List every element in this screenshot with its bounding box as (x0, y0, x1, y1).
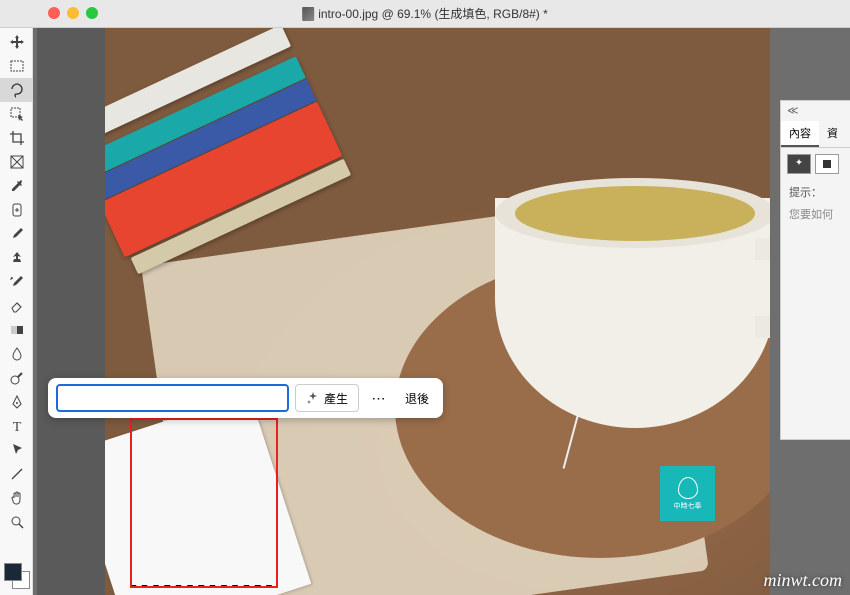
tab-info[interactable]: 資 (819, 121, 846, 147)
image-canvas[interactable]: 中時七奉 (105, 28, 770, 595)
color-swatch[interactable] (4, 563, 30, 589)
window-zoom-button[interactable] (86, 7, 98, 19)
lasso-tool[interactable] (0, 78, 33, 102)
window-minimize-button[interactable] (67, 7, 79, 19)
move-tool[interactable] (0, 30, 33, 54)
svg-text:T: T (12, 420, 21, 434)
clone-stamp-tool[interactable] (0, 246, 33, 270)
line-tool[interactable] (0, 462, 33, 486)
dodge-tool[interactable] (0, 366, 33, 390)
hint-text: 您要如何 (781, 204, 850, 224)
document-title: intro-00.jpg @ 69.1% (生成填色, RGB/8#) * (302, 5, 548, 22)
sparkle-icon (306, 391, 320, 405)
window-close-button[interactable] (48, 7, 60, 19)
document-icon (302, 7, 314, 21)
healing-brush-tool[interactable] (0, 198, 33, 222)
object-select-tool[interactable] (0, 102, 33, 126)
zoom-tool[interactable] (0, 510, 33, 534)
type-tool[interactable]: T (0, 414, 33, 438)
pen-tool[interactable] (0, 390, 33, 414)
blur-tool[interactable] (0, 342, 33, 366)
watermark: minwt.com (764, 570, 843, 591)
eyedropper-tool[interactable] (0, 174, 33, 198)
gradient-tool[interactable] (0, 318, 33, 342)
rect-marquee-tool[interactable] (0, 54, 33, 78)
eraser-tool[interactable] (0, 294, 33, 318)
brush-tool[interactable] (0, 222, 33, 246)
path-select-tool[interactable] (0, 438, 33, 462)
crop-tool[interactable] (0, 126, 33, 150)
titlebar: intro-00.jpg @ 69.1% (生成填色, RGB/8#) * (0, 0, 850, 28)
teabag-label: 中時七奉 (660, 466, 715, 521)
hint-label: 提示： (781, 180, 850, 204)
tools-panel: T (0, 28, 33, 595)
more-options-button[interactable]: ⋯ (365, 384, 393, 412)
properties-panel: ≪ 內容 資 提示： 您要如何 (780, 100, 850, 440)
hand-tool[interactable] (0, 486, 33, 510)
panel-close-icon[interactable]: ≪ (787, 104, 799, 117)
prompt-input[interactable] (56, 384, 289, 412)
foreground-color[interactable] (4, 563, 22, 581)
generative-fill-bar: 產生 ⋯ 退後 (48, 378, 443, 418)
swatch-dark[interactable] (787, 154, 811, 174)
tab-content[interactable]: 內容 (781, 121, 819, 147)
frame-tool[interactable] (0, 150, 33, 174)
canvas-area: 中時七奉 (33, 28, 850, 595)
selection-highlight (130, 418, 278, 588)
swatch-light[interactable] (815, 154, 839, 174)
history-brush-tool[interactable] (0, 270, 33, 294)
generate-button[interactable]: 產生 (295, 384, 359, 412)
back-button[interactable]: 退後 (399, 390, 435, 407)
